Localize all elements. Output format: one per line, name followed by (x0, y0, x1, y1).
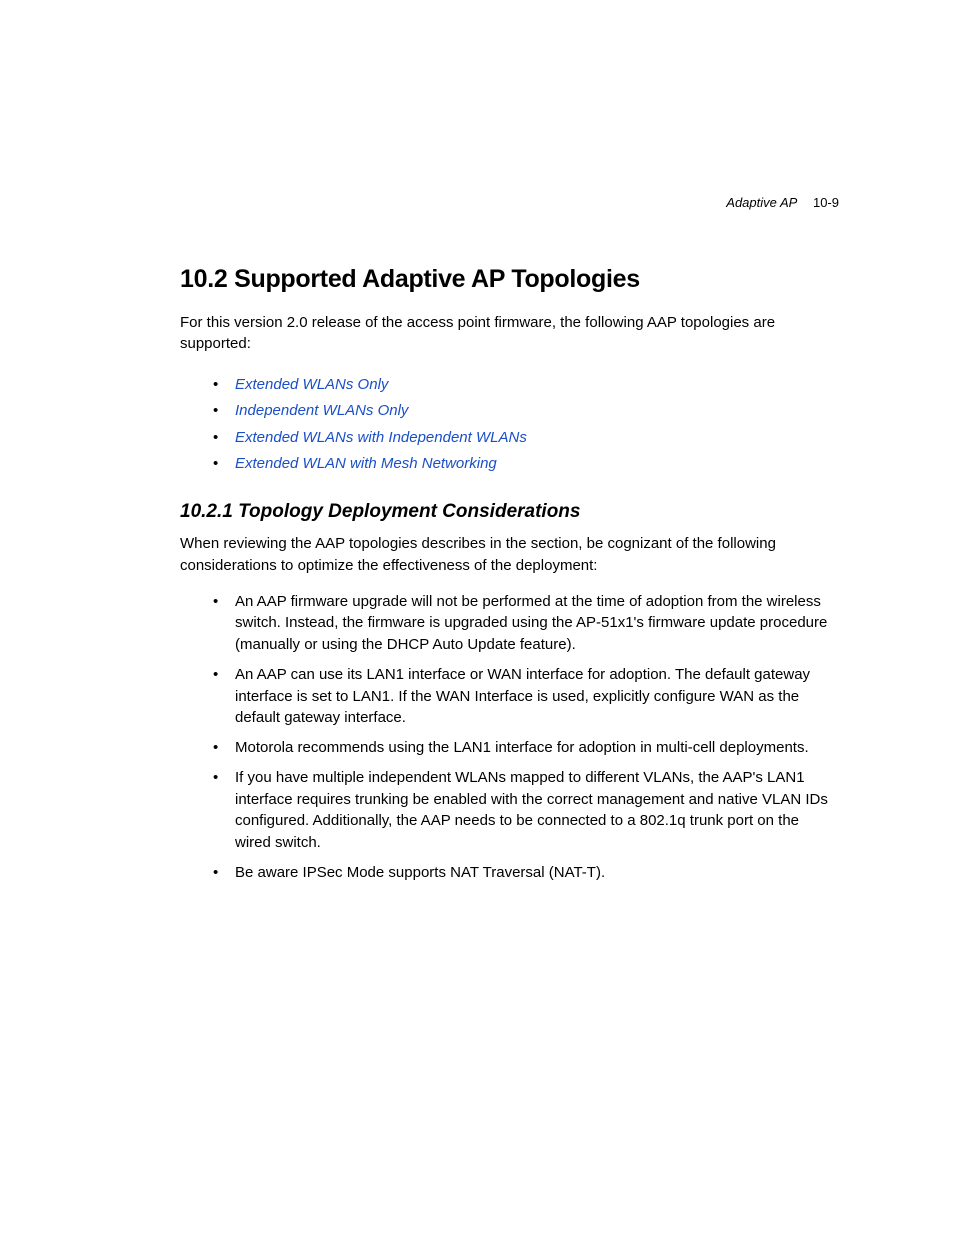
list-item: Extended WLANs with Independent WLANs (235, 425, 839, 451)
list-item: Be aware IPSec Mode supports NAT Travers… (235, 862, 839, 884)
list-item: An AAP firmware upgrade will not be perf… (235, 591, 839, 656)
list-item: Motorola recommends using the LAN1 inter… (235, 737, 839, 759)
topology-link[interactable]: Independent WLANs Only (235, 402, 408, 419)
considerations-list: An AAP firmware upgrade will not be perf… (180, 591, 839, 884)
topology-link[interactable]: Extended WLAN with Mesh Networking (235, 455, 497, 472)
list-item: Independent WLANs Only (235, 398, 839, 424)
section-intro: For this version 2.0 release of the acce… (180, 312, 839, 354)
section-heading: 10.2 Supported Adaptive AP Topologies (180, 265, 839, 294)
topology-link[interactable]: Extended WLANs with Independent WLANs (235, 429, 527, 446)
page-content: 10.2 Supported Adaptive AP Topologies Fo… (180, 265, 839, 884)
subsection-intro: When reviewing the AAP topologies descri… (180, 533, 839, 577)
list-item: Extended WLANs Only (235, 372, 839, 398)
list-item: If you have multiple independent WLANs m… (235, 767, 839, 854)
page-header: Adaptive AP 10-9 (726, 195, 839, 210)
list-item: An AAP can use its LAN1 interface or WAN… (235, 664, 839, 729)
topology-link[interactable]: Extended WLANs Only (235, 376, 388, 393)
header-section-title: Adaptive AP (726, 195, 797, 210)
topology-link-list: Extended WLANs Only Independent WLANs On… (180, 372, 839, 477)
list-item: Extended WLAN with Mesh Networking (235, 451, 839, 477)
subsection-heading: 10.2.1 Topology Deployment Consideration… (180, 501, 839, 523)
header-page-number: 10-9 (813, 195, 839, 210)
